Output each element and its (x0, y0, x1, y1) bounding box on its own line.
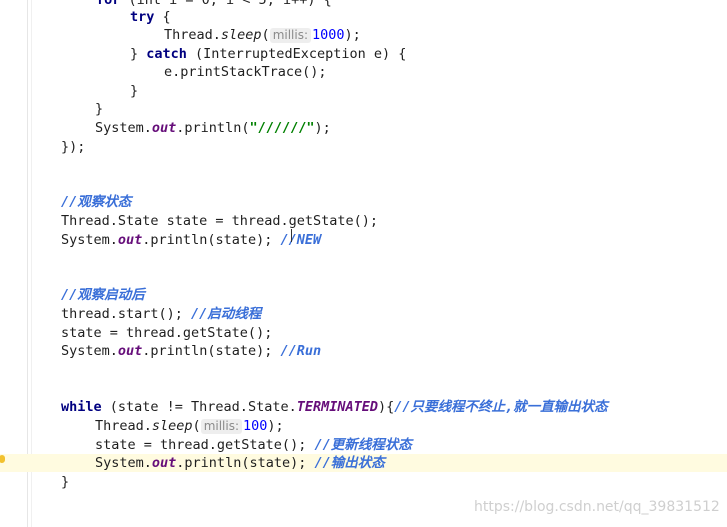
code-line[interactable]: System.out.println(state); //Run (0, 342, 727, 360)
code-text: (int i = 0; i < 5; i++) { (120, 0, 332, 8)
code-line[interactable]: //观察启动后 (0, 286, 727, 304)
code-line[interactable]: Thread.sleep(millis: 100); (0, 417, 727, 435)
comment: //只要线程不终止,就一直输出状态 (394, 399, 608, 415)
code-text: ); (267, 418, 284, 434)
code-line[interactable]: while (state != Thread.State.TERMINATED)… (0, 398, 727, 416)
code-text: ( (192, 418, 201, 434)
code-text: (InterruptedException e) { (186, 46, 407, 62)
comment: //观察状态 (61, 194, 132, 210)
keyword: catch (146, 46, 187, 62)
code-line[interactable]: //观察状态 (0, 193, 727, 211)
field-name: out (151, 120, 177, 136)
comment: //观察启动后 (61, 287, 145, 303)
code-text: (state != Thread.State. (101, 399, 297, 415)
keyword: for (96, 0, 121, 8)
code-line[interactable]: } (0, 473, 727, 491)
code-text: e.printStackTrace(); (164, 64, 327, 80)
code-line[interactable]: e.printStackTrace(); (0, 63, 727, 81)
code-text: System. (61, 343, 118, 359)
code-text: ); (344, 27, 361, 43)
code-text: System. (95, 455, 152, 471)
code-line[interactable]: System.out.println(state); //NEW (0, 231, 727, 249)
keyword: try (130, 9, 155, 25)
code-text: ); (314, 120, 331, 136)
parameter-hint: millis: (200, 419, 243, 434)
lightbulb-icon[interactable] (0, 455, 5, 463)
code-line[interactable]: thread.start(); //启动线程 (0, 305, 727, 323)
comment: //启动线程 (191, 306, 262, 322)
code-text: .println( (176, 120, 250, 136)
code-text: System. (95, 120, 152, 136)
code-line[interactable]: System.out.println("//////"); (0, 119, 727, 137)
code-line-current[interactable]: System.out.println(state); //输出状态 (0, 454, 727, 472)
code-text: }); (61, 139, 86, 155)
comment: //NEW (280, 232, 322, 248)
comment: //更新线程状态 (314, 437, 412, 453)
code-line[interactable]: } catch (InterruptedException e) { (0, 45, 727, 63)
code-line[interactable]: }); (0, 138, 727, 156)
code-text: .println(state); (142, 232, 281, 248)
code-text: ){ (378, 399, 395, 415)
method-name: sleep (151, 418, 193, 434)
code-text: { (154, 9, 171, 25)
code-line[interactable]: state = thread.getState(); //更新线程状态 (0, 436, 727, 454)
code-text: .println(state); (142, 343, 281, 359)
comment: //Run (280, 343, 322, 359)
code-text: } (130, 83, 139, 99)
code-text: state = thread.getState(); (61, 325, 273, 341)
field-name: out (117, 232, 143, 248)
code-line[interactable]: Thread.State state = thread.getState(); (0, 212, 727, 230)
code-line[interactable]: } (0, 82, 727, 100)
code-text: .println(state); (176, 455, 315, 471)
code-text: Thread.State state = thread.getState(); (61, 213, 378, 229)
code-text: } (130, 46, 147, 62)
field-name: out (117, 343, 143, 359)
code-line[interactable]: } (0, 100, 727, 118)
code-text: } (61, 474, 70, 490)
code-text: thread.start(); (61, 306, 192, 322)
code-text: Thread. (95, 418, 152, 434)
enum-constant: TERMINATED (296, 399, 378, 415)
watermark: https://blog.csdn.net/qq_39831512 (474, 499, 720, 515)
comment: //输出状态 (314, 455, 385, 471)
code-line[interactable]: try { (0, 8, 727, 26)
code-text: } (95, 101, 104, 117)
field-name: out (151, 455, 177, 471)
code-line[interactable]: Thread.sleep(millis: 1000); (0, 26, 727, 44)
keyword: while (61, 399, 102, 415)
code-text: ( (261, 27, 270, 43)
code-text: state = thread.getState(); (95, 437, 315, 453)
code-line[interactable]: state = thread.getState(); (0, 324, 727, 342)
code-text: Thread. (164, 27, 221, 43)
code-text: System. (61, 232, 118, 248)
method-name: sleep (220, 27, 262, 43)
text-cursor (291, 229, 292, 242)
number-literal: 1000 (312, 27, 345, 43)
parameter-hint: millis: (269, 28, 312, 43)
string-literal: "//////" (249, 120, 315, 136)
number-literal: 100 (243, 418, 268, 434)
